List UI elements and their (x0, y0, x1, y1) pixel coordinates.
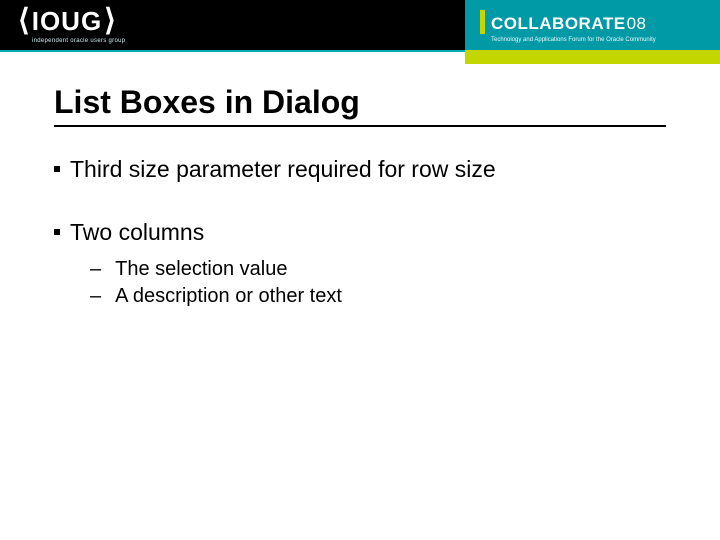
ioug-logo: ⟨ IOUG ⟩ independent oracle users group (18, 6, 125, 44)
slide-title: List Boxes in Dialog (54, 84, 666, 121)
collaborate-logo-year: 08 (627, 14, 647, 33)
collaborate-logo-word: COLLABORATE (491, 14, 626, 33)
collaborate-bar-icon (480, 10, 485, 34)
slide-content: List Boxes in Dialog Third size paramete… (54, 84, 666, 311)
slide-header: ⟨ IOUG ⟩ independent oracle users group … (0, 0, 720, 64)
list-item: Third size parameter required for row si… (54, 155, 666, 184)
subitem-text: A description or other text (115, 284, 342, 309)
bullet-text: Two columns (70, 218, 204, 247)
bullet-icon (54, 166, 60, 172)
dash-icon: – (90, 257, 101, 282)
collaborate-logo: COLLABORATE08 Technology and Application… (480, 10, 710, 43)
dash-icon: – (90, 284, 101, 309)
header-green-strip (465, 50, 720, 64)
list-item: Two columns (54, 218, 666, 247)
title-underline (54, 125, 666, 127)
ioug-logo-subtitle: independent oracle users group (32, 38, 125, 44)
subitem-text: The selection value (115, 257, 287, 282)
collaborate-logo-subtitle: Technology and Applications Forum for th… (491, 37, 710, 43)
chevron-right-icon: ⟩ (104, 6, 116, 36)
bullet-list: Third size parameter required for row si… (54, 155, 666, 309)
ioug-logo-text: IOUG (32, 8, 102, 34)
header-cyan-line (0, 50, 465, 52)
slide: ⟨ IOUG ⟩ independent oracle users group … (0, 0, 720, 540)
bullet-text: Third size parameter required for row si… (70, 155, 496, 184)
collaborate-logo-text: COLLABORATE08 (491, 14, 646, 34)
chevron-left-icon: ⟨ (18, 6, 30, 36)
list-subitem: – A description or other text (90, 284, 666, 309)
list-subitem: – The selection value (90, 257, 666, 282)
bullet-icon (54, 229, 60, 235)
